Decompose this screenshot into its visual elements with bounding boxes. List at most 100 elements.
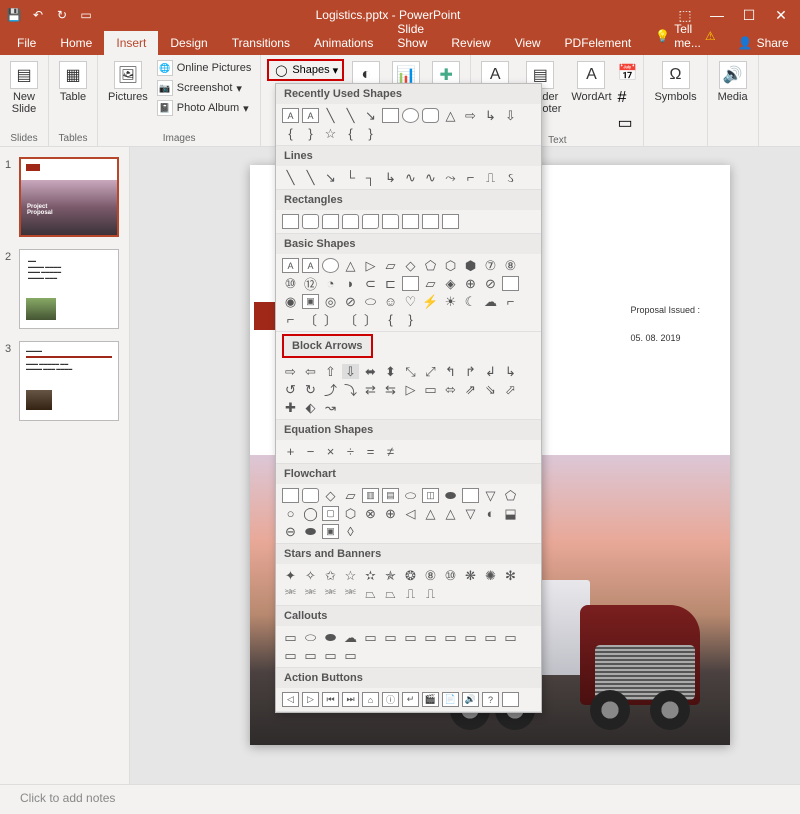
shape-icon[interactable]: ⬭	[362, 294, 379, 309]
shape-rbrace-icon[interactable]: }	[302, 126, 319, 141]
shape-icon[interactable]: ⑧	[502, 258, 519, 273]
shape-icon[interactable]: ⏭	[342, 692, 359, 707]
shape-icon[interactable]: ◫	[422, 488, 439, 503]
shape-line2-icon[interactable]: ╲	[342, 108, 359, 123]
shape-icon[interactable]: ▭	[422, 382, 439, 397]
shape-icon[interactable]: ☾	[462, 294, 479, 309]
shape-textbox2-icon[interactable]: A	[302, 108, 319, 123]
shape-icon[interactable]: △	[442, 506, 459, 521]
shape-elbow-icon[interactable]: ┐	[362, 170, 379, 185]
shape-icon[interactable]: ⇆	[382, 382, 399, 397]
shape-line-icon[interactable]: ╲	[322, 108, 339, 123]
shape-icon[interactable]: ▭	[482, 630, 499, 645]
shape-icon[interactable]: ▭	[302, 648, 319, 663]
shape-rect-icon[interactable]	[422, 214, 439, 229]
shape-icon[interactable]: ⇨	[282, 364, 299, 379]
shape-icon[interactable]: ☁	[482, 294, 499, 309]
shape-icon[interactable]: ✦	[282, 568, 299, 583]
shape-roundrect-icon[interactable]	[422, 108, 439, 123]
shape-icon[interactable]: ☀	[442, 294, 459, 309]
symbols-button[interactable]: ΩSymbols	[650, 59, 700, 105]
shape-icon[interactable]: ⬓	[502, 506, 519, 521]
shape-icon[interactable]: ⚡	[422, 294, 439, 309]
shape-icon[interactable]: ▽	[462, 506, 479, 521]
shape-icon[interactable]: ▤	[382, 488, 399, 503]
shape-icon[interactable]: ✻	[502, 568, 519, 583]
thumbnail-2[interactable]: 2 ▬▬▬▬▬▬ ▬▬▬▬▬▬▬ ▬▬▬▬▬▬▬▬▬ ▬▬▬	[5, 249, 124, 329]
shape-curve-icon[interactable]: ⤳	[442, 170, 459, 185]
shape-icon[interactable]: ▭	[402, 630, 419, 645]
shape-rect-icon[interactable]	[382, 214, 399, 229]
shape-icon[interactable]: ◇	[402, 258, 419, 273]
shape-icon[interactable]: ▭	[502, 630, 519, 645]
tab-transitions[interactable]: Transitions	[220, 31, 302, 55]
shape-icon[interactable]: ▭	[362, 630, 379, 645]
shape-icon[interactable]: ⎍	[402, 586, 419, 601]
shape-icon[interactable]: ▭	[282, 630, 299, 645]
shape-elbow-icon[interactable]: └	[342, 170, 359, 185]
shape-line-icon[interactable]: ↘	[322, 170, 339, 185]
tab-pdfelement[interactable]: PDFelement	[553, 31, 644, 55]
shape-icon[interactable]: ▢	[322, 506, 339, 521]
shape-icon[interactable]: ⎍	[422, 586, 439, 601]
shape-scribble-icon[interactable]: ઽ	[502, 170, 519, 185]
shape-icon[interactable]: ↱	[462, 364, 479, 379]
shape-icon[interactable]: ⊗	[362, 506, 379, 521]
shape-icon[interactable]: ▷	[362, 258, 379, 273]
shape-connector-icon[interactable]: ⌐	[462, 170, 479, 185]
shape-curve-icon[interactable]: ∿	[422, 170, 439, 185]
shape-icon[interactable]: ⑧	[422, 568, 439, 583]
shape-icon[interactable]: ÷	[342, 444, 359, 459]
shape-rect-icon[interactable]	[402, 214, 419, 229]
shape-icon[interactable]: ⬀	[502, 382, 519, 397]
shape-icon[interactable]: ▭	[462, 630, 479, 645]
shape-icon[interactable]: ✚	[282, 400, 299, 415]
shape-icon[interactable]: ⑩	[442, 568, 459, 583]
shape-icon[interactable]: ⬄	[442, 382, 459, 397]
shape-icon[interactable]: ⬬	[322, 630, 339, 645]
shape-icon[interactable]: ⤴	[322, 382, 339, 397]
shape-icon[interactable]: ⎃	[322, 586, 339, 601]
shape-icon[interactable]: 🎬	[422, 692, 439, 707]
shape-icon[interactable]: ⇧	[322, 364, 339, 379]
shape-icon[interactable]: ⌐	[502, 294, 519, 309]
undo-icon[interactable]: ↶	[29, 6, 47, 24]
shape-rect-icon[interactable]	[382, 108, 399, 123]
shape-icon[interactable]: ×	[322, 444, 339, 459]
shape-icon[interactable]: ⏮	[322, 692, 339, 707]
save-icon[interactable]: 💾	[5, 6, 23, 24]
shape-icon[interactable]: ◯	[302, 506, 319, 521]
shape-icon[interactable]: ↺	[282, 382, 299, 397]
shape-curve-icon[interactable]: ∿	[402, 170, 419, 185]
wordart-button[interactable]: AWordArt	[567, 59, 615, 133]
shape-icon[interactable]: ☺	[382, 294, 399, 309]
shape-icon[interactable]: ✯	[382, 568, 399, 583]
shape-icon[interactable]: ⊕	[382, 506, 399, 521]
shape-icon[interactable]: 〕	[362, 312, 379, 327]
shape-icon[interactable]: ⏢	[382, 586, 399, 601]
shape-triangle-icon[interactable]: △	[442, 108, 459, 123]
shape-icon[interactable]: ▭	[342, 648, 359, 663]
shape-icon[interactable]	[502, 692, 519, 707]
shape-icon[interactable]: ⑩	[282, 276, 299, 291]
shape-icon[interactable]: A	[282, 258, 299, 273]
shape-icon[interactable]: ⇄	[362, 382, 379, 397]
shape-freeform-icon[interactable]: ⎍	[482, 170, 499, 185]
shape-icon[interactable]: ⇩	[342, 364, 359, 379]
shape-rbrace2-icon[interactable]: }	[362, 126, 379, 141]
shape-icon[interactable]: ☆	[342, 568, 359, 583]
slide-number-icon[interactable]: #	[618, 89, 638, 107]
shape-icon[interactable]: ▷	[402, 382, 419, 397]
shape-icon[interactable]: ◇	[322, 488, 339, 503]
shape-rect-icon[interactable]	[282, 214, 299, 229]
shape-icon[interactable]: ⬬	[302, 524, 319, 539]
close-icon[interactable]: ✕	[772, 6, 790, 24]
shape-icon[interactable]: ⑫	[302, 276, 319, 291]
shape-icon[interactable]: =	[362, 444, 379, 459]
shape-icon[interactable]: ✩	[322, 568, 339, 583]
shape-line-icon[interactable]: ╲	[302, 170, 319, 185]
shape-icon[interactable]: ⬠	[502, 488, 519, 503]
shape-icon[interactable]: ↝	[322, 400, 339, 415]
shape-icon[interactable]: ⎃	[282, 586, 299, 601]
shape-icon[interactable]	[502, 276, 519, 291]
